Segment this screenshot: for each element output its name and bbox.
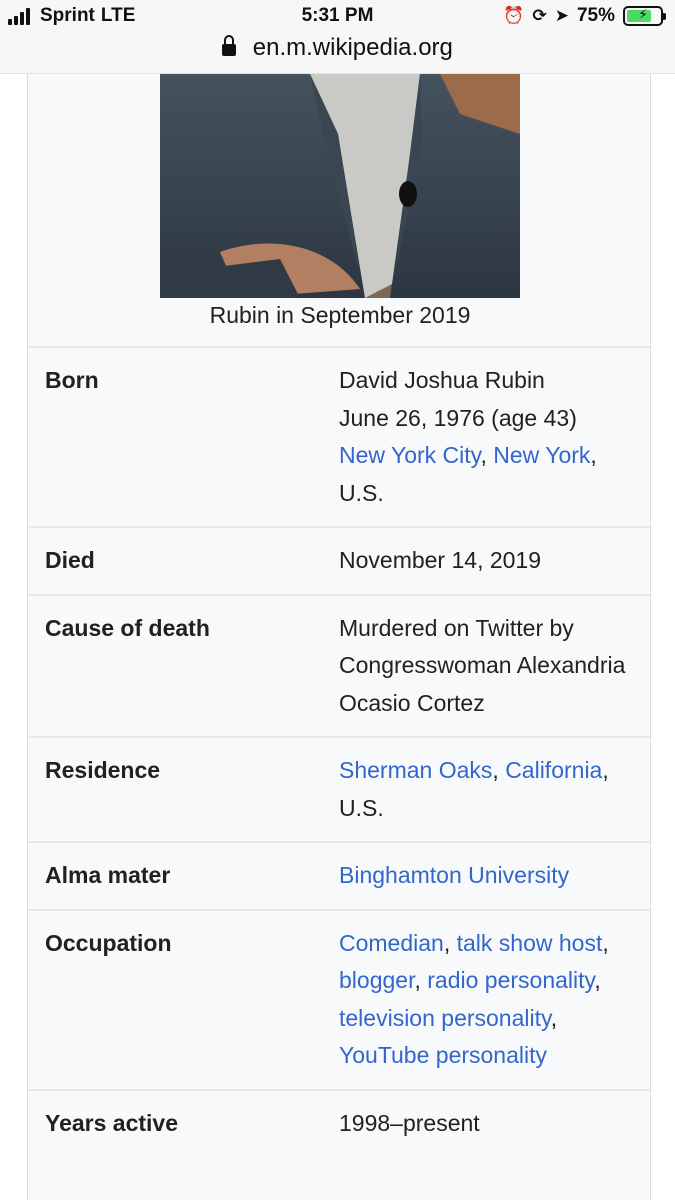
infobox-row-occupation: Occupation Comedian, talk show host, blog…	[28, 908, 652, 1089]
rotation-lock-icon: ⟳	[532, 6, 547, 25]
status-bar: Sprint LTE 5:31 PM ⏰ ⟳ ➤ 75% ⚡	[0, 0, 675, 34]
wiki-link[interactable]: Comedian	[339, 930, 444, 956]
wiki-link[interactable]: talk show host	[457, 930, 603, 956]
infobox-label: Cause of death	[45, 614, 210, 641]
wiki-link[interactable]: Binghamton University	[339, 862, 569, 888]
infobox-value: Sherman Oaks, California, U.S.	[339, 752, 639, 827]
value-text: Murdered on Twitter by Congresswoman Ale…	[339, 614, 626, 716]
infobox-row-died: Died November 14, 2019	[28, 526, 652, 594]
value-text: ,	[492, 757, 506, 783]
infobox-label: Born	[45, 367, 99, 393]
value-text: ,	[602, 929, 609, 956]
infobox-row-cause-of-death: Cause of death Murdered on Twitter by Con…	[28, 593, 652, 737]
wiki-link[interactable]: Sherman Oaks	[339, 757, 492, 783]
infobox-label: Died	[45, 547, 95, 573]
infobox-value: David Joshua Rubin June 26, 1976 (age 43)…	[339, 362, 639, 512]
portrait-photo[interactable]	[160, 74, 520, 298]
wiki-link[interactable]: New York	[493, 442, 590, 468]
infobox-value: Binghamton University	[339, 857, 639, 895]
wiki-link[interactable]: radio personality	[427, 967, 594, 993]
infobox-value: November 14, 2019	[339, 542, 639, 580]
status-icons: ⏰ ⟳ ➤ 75% ⚡	[503, 5, 666, 27]
location-icon: ➤	[554, 6, 569, 25]
infobox: Rubin in September 2019 Born David Joshua…	[27, 74, 652, 1200]
portrait-image	[160, 74, 520, 298]
infobox-label: Occupation	[45, 929, 172, 956]
infobox-value: Comedian, talk show host, blogger, radio…	[339, 925, 639, 1075]
wiki-link[interactable]: YouTube personality	[339, 1042, 547, 1068]
charging-icon: ⚡	[638, 6, 648, 22]
infobox-row-years-active: Years active 1998–present	[28, 1088, 652, 1157]
infobox-value: Murdered on Twitter by Congresswoman Ale…	[339, 610, 639, 723]
wiki-link[interactable]: television personality	[339, 1005, 551, 1031]
infobox-label: Residence	[45, 757, 161, 783]
browser-chrome: Sprint LTE 5:31 PM ⏰ ⟳ ➤ 75% ⚡ en.m.wiki…	[0, 0, 675, 74]
url-text[interactable]: en.m.wikipedia.org	[253, 34, 453, 61]
alarm-icon: ⏰	[503, 6, 525, 25]
wiki-link[interactable]: New York City	[339, 442, 480, 468]
value-text: ,	[414, 967, 428, 993]
value-text: David Joshua Rubin	[339, 367, 545, 393]
infobox-label: Years active	[45, 1109, 179, 1136]
value-text: ,	[480, 442, 494, 468]
infobox-value: 1998–present	[339, 1105, 639, 1143]
battery-icon: ⚡	[623, 6, 666, 26]
infobox-row-born: Born David Joshua Rubin June 26, 1976 (age…	[28, 346, 652, 526]
value-text: June 26, 1976 (age 43)	[339, 404, 577, 431]
value-text: ,	[443, 929, 457, 956]
infobox-label: Alma mater	[45, 862, 171, 888]
battery-percent: 75%	[576, 5, 615, 26]
value-text: ,	[550, 1004, 558, 1031]
value-text: 1998–present	[339, 1109, 480, 1136]
address-bar[interactable]: en.m.wikipedia.org	[0, 34, 675, 66]
lock-icon	[222, 35, 237, 56]
value-text: ,	[594, 967, 601, 993]
infobox-rows: Born David Joshua Rubin June 26, 1976 (age…	[28, 346, 652, 1156]
image-caption: Rubin in September 2019	[209, 302, 471, 328]
infobox-row-alma-mater: Alma mater Binghamton University	[28, 841, 652, 909]
wiki-link[interactable]: blogger	[339, 967, 414, 993]
wiki-link[interactable]: California	[505, 757, 602, 783]
infobox-row-residence: Residence Sherman Oaks, California, U.S.	[28, 736, 652, 841]
value-text: November 14, 2019	[339, 547, 542, 573]
